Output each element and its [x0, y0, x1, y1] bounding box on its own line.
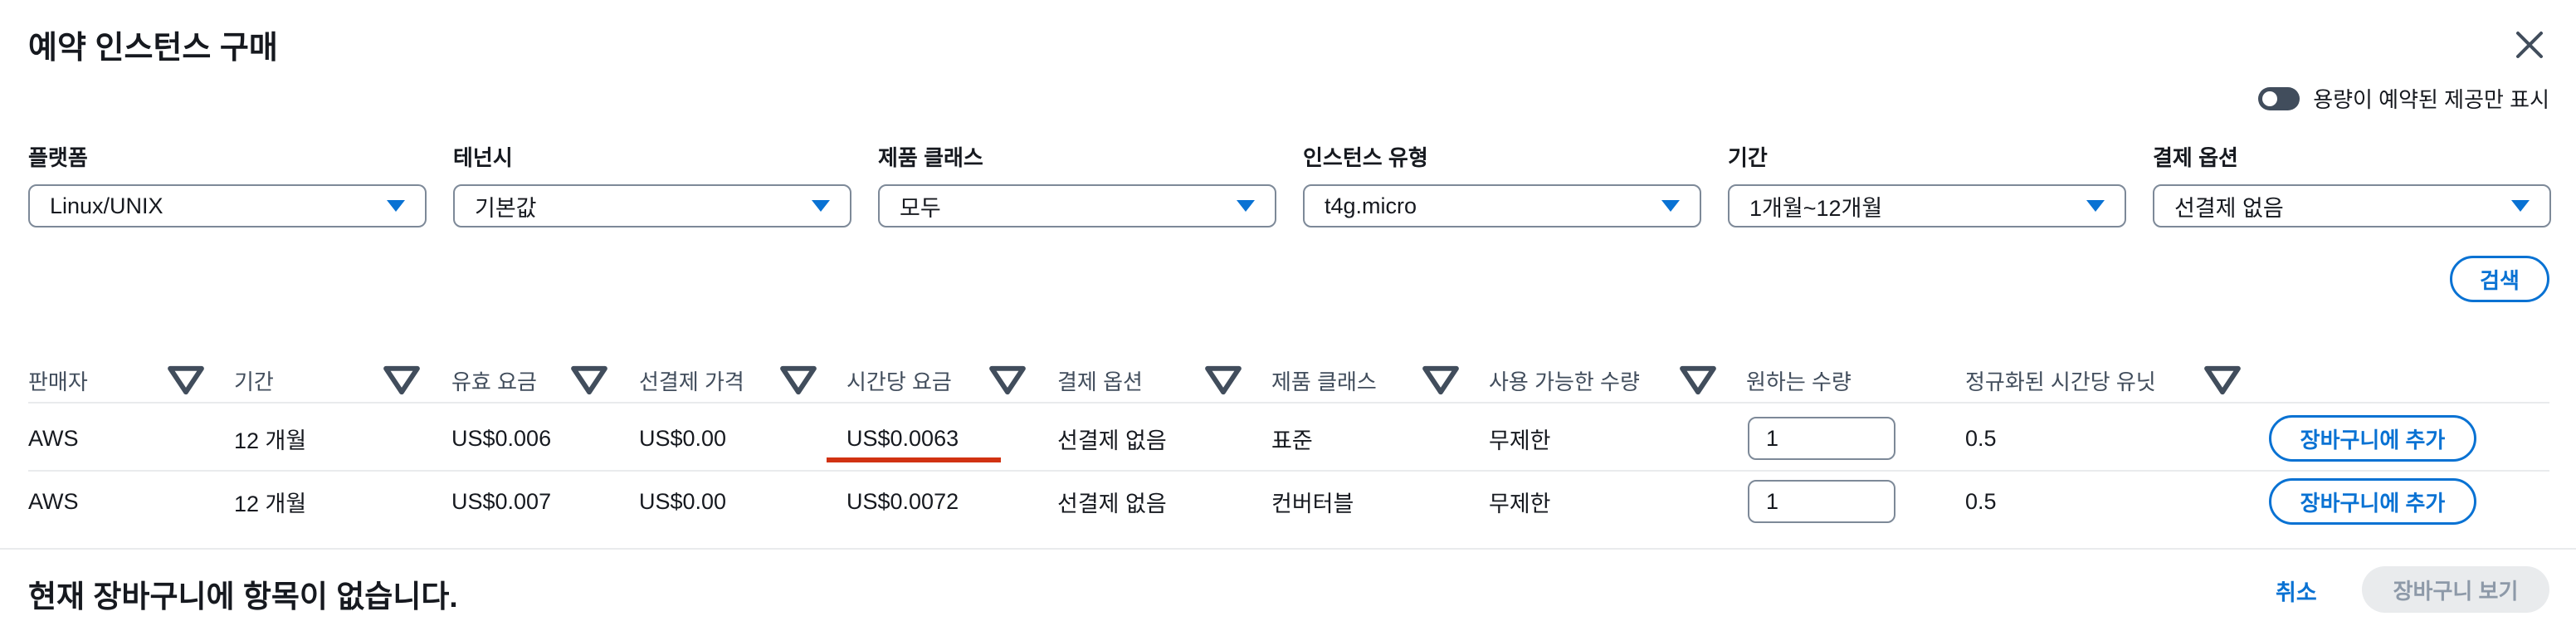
filter-instance-type: 인스턴스 유형 t4g.micro	[1303, 143, 1701, 227]
cancel-button[interactable]: 취소	[2276, 575, 2317, 607]
column-header-label: 사용 가능한 수량	[1489, 369, 1640, 394]
filter-platform-label: 플랫폼	[28, 145, 88, 170]
dialog-title: 예약 인스턴스 구매	[28, 31, 278, 66]
filter-offering-class-label: 제품 클래스	[878, 145, 983, 170]
sort-caret-icon[interactable]	[164, 359, 207, 402]
column-header-seller[interactable]: 판매자	[28, 359, 88, 402]
caret-down-icon	[2511, 200, 2530, 212]
instance-type-select-value: t4g.micro	[1325, 193, 1417, 218]
column-header-available-quantity[interactable]: 사용 가능한 수량	[1489, 359, 1640, 402]
cell-offering-class: 표준	[1271, 428, 1313, 453]
column-header-offering-class[interactable]: 제품 클래스	[1271, 359, 1377, 402]
sort-caret-icon[interactable]	[2201, 359, 2244, 402]
cell-offering-class: 컨버터블	[1271, 491, 1354, 516]
cell-payment-option: 선결제 없음	[1057, 428, 1167, 453]
term-select-value: 1개월~12개월	[1749, 195, 1883, 221]
cell-effective-rate: US$0.006	[451, 425, 552, 451]
desired-quantity-input[interactable]	[1748, 417, 1895, 460]
filter-offering-class: 제품 클래스 모두	[878, 143, 1276, 227]
payment-option-select-value: 선결제 없음	[2174, 195, 2284, 221]
caret-down-icon	[812, 200, 830, 212]
cell-seller: AWS	[28, 425, 79, 451]
tenancy-select-value: 기본값	[475, 195, 537, 221]
filter-instance-type-label: 인스턴스 유형	[1303, 145, 1428, 170]
sort-caret-icon[interactable]	[986, 359, 1029, 402]
filter-platform: 플랫폼 Linux/UNIX	[28, 143, 427, 227]
sort-caret-icon[interactable]	[568, 359, 611, 402]
cell-upfront-price: US$0.00	[639, 425, 727, 451]
cell-available-quantity: 무제한	[1489, 491, 1551, 516]
add-to-cart-button[interactable]: 장바구니에 추가	[2269, 478, 2476, 525]
tenancy-select[interactable]: 기본값	[453, 184, 851, 227]
instance-type-select[interactable]: t4g.micro	[1303, 184, 1701, 227]
column-header-label: 원하는 수량	[1746, 369, 1852, 394]
caret-down-icon	[2086, 200, 2105, 212]
column-header-label: 유효 요금	[451, 369, 537, 394]
column-header-term[interactable]: 기간	[234, 359, 274, 402]
column-header-hourly-rate[interactable]: 시간당 요금	[846, 359, 952, 402]
sort-caret-icon[interactable]	[1202, 359, 1245, 402]
filter-tenancy: 테넌시 기본값	[453, 143, 851, 227]
highlight-underline	[827, 457, 1001, 462]
term-select[interactable]: 1개월~12개월	[1728, 184, 2126, 227]
filter-payment-option: 결제 옵션 선결제 없음	[2153, 143, 2551, 227]
cell-effective-rate: US$0.007	[451, 488, 552, 514]
capacity-reserved-toggle[interactable]	[2258, 86, 2300, 110]
column-header-payment-option[interactable]: 결제 옵션	[1057, 359, 1143, 402]
cell-seller: AWS	[28, 488, 79, 514]
cell-upfront-price: US$0.00	[639, 488, 727, 514]
column-header-label: 제품 클래스	[1271, 369, 1377, 394]
sort-caret-icon[interactable]	[777, 359, 820, 402]
cell-payment-option: 선결제 없음	[1057, 491, 1167, 516]
column-header-desired-quantity: 원하는 수량	[1746, 359, 1852, 402]
column-header-effective-rate[interactable]: 유효 요금	[451, 359, 537, 402]
capacity-reserved-toggle-label: 용량이 예약된 제공만 표시	[2313, 87, 2549, 112]
close-icon[interactable]	[2510, 25, 2549, 65]
sort-caret-icon[interactable]	[1419, 359, 1462, 402]
cell-normalized-units: 0.5	[1965, 488, 1997, 514]
offerings-table-header: 판매자 기간 유효 요금 선결제 가격 시간당 요금 결제 옵션 제품 클래스 …	[28, 359, 2549, 404]
caret-down-icon	[1661, 200, 1680, 212]
sort-caret-icon[interactable]	[380, 359, 423, 402]
filter-tenancy-label: 테넌시	[453, 145, 513, 170]
offering-class-select[interactable]: 모두	[878, 184, 1276, 227]
cell-available-quantity: 무제한	[1489, 428, 1551, 453]
sort-caret-icon[interactable]	[1676, 359, 1720, 402]
platform-select-value: Linux/UNIX	[50, 193, 163, 218]
column-header-upfront-price[interactable]: 선결제 가격	[639, 359, 744, 402]
caret-down-icon	[1237, 200, 1255, 212]
column-header-normalized-units[interactable]: 정규화된 시간당 유닛	[1965, 359, 2156, 402]
column-header-label: 기간	[234, 369, 274, 394]
table-row: AWS 12 개월 US$0.006 US$0.00 US$0.0063 선결제…	[28, 407, 2549, 472]
table-row: AWS 12 개월 US$0.007 US$0.00 US$0.0072 선결제…	[28, 470, 2549, 533]
caret-down-icon	[387, 200, 405, 212]
cell-hourly-rate: US$0.0072	[846, 488, 959, 514]
add-to-cart-button[interactable]: 장바구니에 추가	[2269, 415, 2476, 462]
column-header-label: 판매자	[28, 369, 88, 394]
cell-term: 12 개월	[234, 491, 307, 516]
column-header-label: 결제 옵션	[1057, 369, 1143, 394]
capacity-reserved-toggle-group: 용량이 예약된 제공만 표시	[2258, 83, 2549, 114]
filter-payment-option-label: 결제 옵션	[2153, 145, 2238, 170]
column-header-label: 시간당 요금	[846, 369, 952, 394]
cell-normalized-units: 0.5	[1965, 425, 1997, 451]
filter-term: 기간 1개월~12개월	[1728, 143, 2126, 227]
filter-term-label: 기간	[1728, 145, 1768, 170]
search-button[interactable]: 검색	[2450, 256, 2549, 302]
desired-quantity-input[interactable]	[1748, 480, 1895, 523]
column-header-label: 선결제 가격	[639, 369, 744, 394]
view-cart-button: 장바구니 보기	[2362, 566, 2549, 613]
payment-option-select[interactable]: 선결제 없음	[2153, 184, 2551, 227]
dialog-footer: 현재 장바구니에 항목이 없습니다. 취소 장바구니 보기	[0, 548, 2576, 631]
cart-empty-message: 현재 장바구니에 항목이 없습니다.	[28, 580, 458, 614]
platform-select[interactable]: Linux/UNIX	[28, 184, 427, 227]
purchase-reserved-instances-dialog: 예약 인스턴스 구매 용량이 예약된 제공만 표시 플랫폼 Linux/UNIX…	[0, 0, 2576, 629]
column-header-label: 정규화된 시간당 유닛	[1965, 369, 2156, 394]
cell-term: 12 개월	[234, 428, 307, 453]
offering-class-select-value: 모두	[900, 195, 941, 221]
